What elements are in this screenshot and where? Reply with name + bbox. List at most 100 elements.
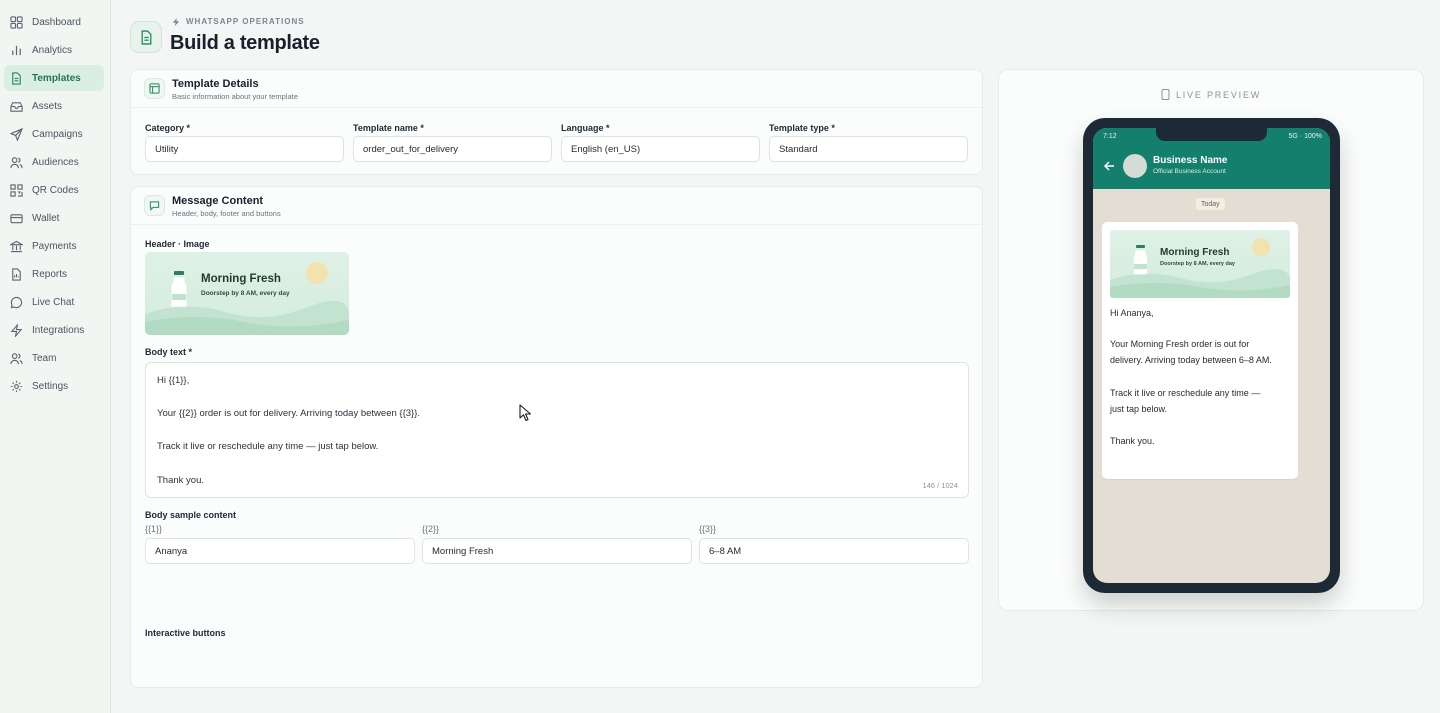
interactive-buttons-label: Interactive buttons xyxy=(145,628,226,638)
phone-frame: 7:12 5G · 100% Business Name Official Bu… xyxy=(1083,118,1340,593)
body-line-2: Your {{2}} order is out for delivery. Ar… xyxy=(157,408,421,419)
date-chip: Today xyxy=(1196,198,1225,210)
sidebar-item-label: Assets xyxy=(32,100,63,112)
live-preview-text: LIVE PREVIEW xyxy=(1175,89,1262,100)
sidebar-item-qr-codes[interactable]: QR Codes xyxy=(4,177,104,203)
message-content-title: Message Content xyxy=(172,195,264,207)
sidebar-item-reports[interactable]: Reports xyxy=(4,261,104,287)
reports-icon xyxy=(9,267,23,281)
sidebar-item-audiences[interactable]: Audiences xyxy=(4,149,104,175)
template-type-select[interactable]: Standard xyxy=(769,136,968,162)
sidebar-item-label: Dashboard xyxy=(32,16,81,28)
body-line-4: Thank you. xyxy=(157,475,204,486)
template-details-subtitle: Basic information about your template xyxy=(172,92,298,101)
phone-notch xyxy=(1156,128,1267,141)
bubble-line-4: Track it live or reschedule any time — xyxy=(1110,388,1261,398)
sample-var-3-label: {{3}} xyxy=(699,524,717,534)
assets-icon xyxy=(9,99,23,113)
bubble-line-6: Thank you. xyxy=(1110,436,1155,446)
header-image-label: Header · Image xyxy=(145,239,210,249)
category-select[interactable]: Utility xyxy=(145,136,344,162)
sidebar-item-label: Analytics xyxy=(32,44,73,56)
header-image-subtitle: Doorstep by 8 AM, every day xyxy=(201,290,290,297)
wallet-icon xyxy=(9,211,23,225)
sidebar: Dashboard Analytics Templates Assets Cam… xyxy=(0,0,111,713)
templates-icon xyxy=(9,71,23,85)
bubble-line-3: delivery. Arriving today between 6–8 AM. xyxy=(1110,355,1272,365)
message-bubble-icon xyxy=(144,195,165,216)
live-chat-icon xyxy=(9,295,23,309)
sidebar-item-label: Templates xyxy=(32,72,81,84)
sidebar-item-analytics[interactable]: Analytics xyxy=(4,37,104,63)
language-select[interactable]: English (en_US) xyxy=(561,136,760,162)
page-eyebrow: WHATSAPP OPERATIONS xyxy=(172,17,305,26)
character-counter: 146 / 1024 xyxy=(922,481,958,490)
body-text-label: Body text * xyxy=(145,347,193,357)
body-line-3: Track it live or reschedule any time — j… xyxy=(157,441,379,452)
sidebar-item-label: Reports xyxy=(32,268,68,280)
qr-codes-icon xyxy=(9,183,23,197)
integrations-icon xyxy=(9,323,23,337)
phone-icon xyxy=(1161,89,1170,100)
sidebar-item-templates[interactable]: Templates xyxy=(4,65,104,91)
audiences-icon xyxy=(9,155,23,169)
sidebar-item-assets[interactable]: Assets xyxy=(4,93,104,119)
sidebar-item-campaigns[interactable]: Campaigns xyxy=(4,121,104,147)
sidebar-item-live-chat[interactable]: Live Chat xyxy=(4,289,104,315)
sample-var-2-label: {{2}} xyxy=(422,524,440,534)
sidebar-item-label: QR Codes xyxy=(32,184,79,196)
business-subtitle: Official Business Account xyxy=(1153,168,1226,175)
sample-var-2-input[interactable]: Morning Fresh xyxy=(422,538,692,564)
bubble-line-1: Hi Ananya, xyxy=(1110,308,1154,318)
page-title: Build a template xyxy=(170,32,320,54)
template-details-title: Template Details xyxy=(172,78,259,90)
sidebar-item-label: Campaigns xyxy=(32,128,83,140)
bubble-line-2: Your Morning Fresh order is out for xyxy=(1110,339,1250,349)
business-avatar xyxy=(1123,154,1147,178)
business-name: Business Name xyxy=(1153,155,1228,166)
body-text-textarea[interactable]: Hi {{1}}, Your {{2}} order is out for de… xyxy=(145,362,969,498)
sidebar-item-team[interactable]: Team xyxy=(4,345,104,371)
sidebar-item-label: Settings xyxy=(32,380,69,392)
template-type-label: Template type * xyxy=(769,123,835,133)
message-content-subtitle: Header, body, footer and buttons xyxy=(172,209,281,218)
team-icon xyxy=(9,351,23,365)
settings-icon xyxy=(9,379,23,393)
header-image-preview[interactable]: Morning Fresh Doorstep by 8 AM, every da… xyxy=(145,252,349,335)
template-document-icon xyxy=(130,21,162,53)
phone-screen: 7:12 5G · 100% Business Name Official Bu… xyxy=(1093,128,1330,583)
language-label: Language * xyxy=(561,123,610,133)
live-preview-label: LIVE PREVIEW xyxy=(999,89,1423,100)
status-signal: 5G · 100% xyxy=(1288,133,1322,140)
sidebar-item-wallet[interactable]: Wallet xyxy=(4,205,104,231)
sidebar-item-label: Payments xyxy=(32,240,77,252)
sidebar-item-label: Integrations xyxy=(32,324,85,336)
category-label: Category * xyxy=(145,123,191,133)
sample-var-1-input[interactable]: Ananya xyxy=(145,538,415,564)
message-bubble: Morning Fresh Doorstep by 8 AM, every da… xyxy=(1102,222,1298,479)
sidebar-item-label: Live Chat xyxy=(32,296,75,308)
sidebar-item-dashboard[interactable]: Dashboard xyxy=(4,9,104,35)
template-name-input[interactable]: order_out_for_delivery xyxy=(353,136,552,162)
payments-icon xyxy=(9,239,23,253)
template-details-card: Template Details Basic information about… xyxy=(130,69,983,175)
message-content-card: Message Content Header, body, footer and… xyxy=(130,186,983,688)
sidebar-item-label: Team xyxy=(32,352,57,364)
analytics-icon xyxy=(9,43,23,57)
bubble-line-5: just tap below. xyxy=(1110,404,1168,414)
back-arrow-icon xyxy=(1103,161,1114,171)
eyebrow-text: WHATSAPP OPERATIONS xyxy=(186,17,305,26)
sample-var-3-input[interactable]: 6–8 AM xyxy=(699,538,969,564)
status-time: 7:12 xyxy=(1103,133,1117,140)
sidebar-item-payments[interactable]: Payments xyxy=(4,233,104,259)
bubble-image-subtitle: Doorstep by 8 AM, every day xyxy=(1160,261,1235,267)
template-details-header: Template Details Basic information about… xyxy=(131,70,982,108)
header-image-title: Morning Fresh xyxy=(201,273,281,285)
sidebar-item-label: Wallet xyxy=(32,212,60,224)
body-sample-label: Body sample content xyxy=(145,510,237,520)
sidebar-item-settings[interactable]: Settings xyxy=(4,373,104,399)
sidebar-item-integrations[interactable]: Integrations xyxy=(4,317,104,343)
sample-var-1-label: {{1}} xyxy=(145,524,163,534)
live-preview-card: LIVE PREVIEW 7:12 5G · 100% Business Nam… xyxy=(998,69,1424,611)
dashboard-icon xyxy=(9,15,23,29)
